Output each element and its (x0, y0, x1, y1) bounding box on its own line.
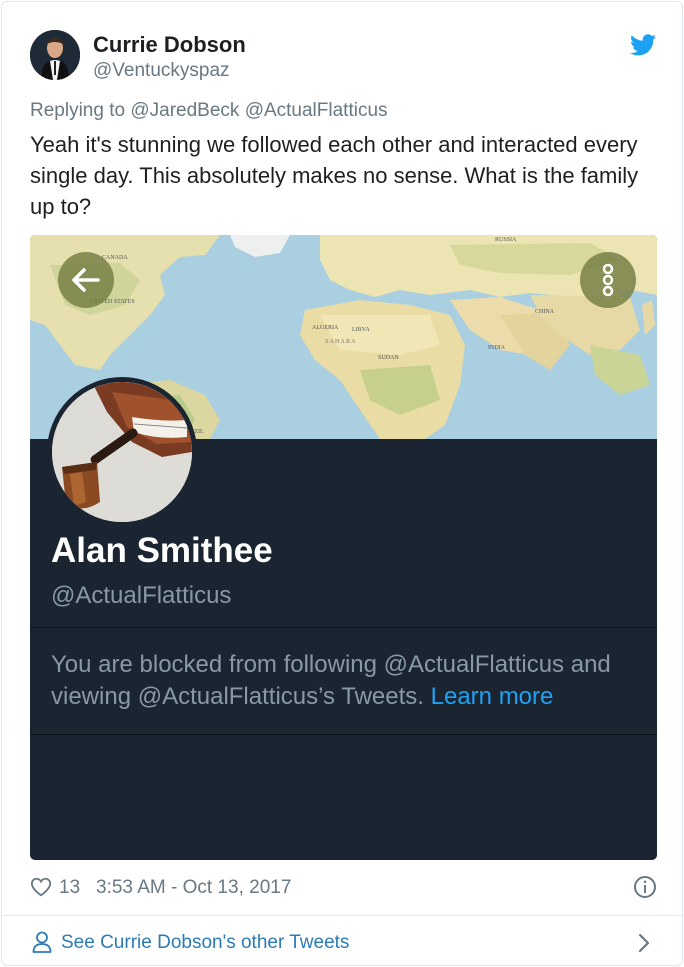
map-label-china: CHINA (535, 309, 555, 315)
blocked-message: You are blocked from following @ActualFl… (51, 649, 641, 713)
see-other-tweets-label[interactable]: See Currie Dobson's other Tweets (61, 932, 349, 954)
back-arrow-icon (72, 268, 100, 292)
map-label-russia: RUSSIA (495, 237, 517, 243)
author-handle[interactable]: @Ventuckyspaz (93, 60, 230, 82)
map-label-india: INDIA (488, 345, 506, 351)
profile-handle: @ActualFlatticus (51, 582, 232, 609)
profile-name: Alan Smithee (51, 531, 273, 570)
heart-icon[interactable] (30, 876, 52, 898)
map-label-sudan: SUDAN (378, 355, 399, 361)
chevron-right-icon (638, 933, 650, 953)
reply-mention-actualflatticus[interactable]: @ActualFlatticus (245, 100, 388, 121)
embedded-tweet-card: Currie Dobson @Ventuckyspaz Replying to … (1, 1, 683, 966)
profile-avatar (47, 377, 197, 527)
learn-more-link[interactable]: Learn more (431, 683, 554, 710)
more-options-button[interactable] (580, 252, 636, 308)
replying-to: Replying to @JaredBeck @ActualFlatticus (30, 100, 388, 122)
like-count[interactable]: 13 (59, 877, 80, 899)
more-vertical-icon (602, 263, 614, 297)
map-label-libya: LIBYA (352, 327, 370, 333)
see-other-tweets-link[interactable]: See Currie Dobson's other Tweets (3, 915, 683, 967)
divider-bottom (30, 734, 657, 735)
info-icon[interactable] (633, 875, 657, 899)
author-name[interactable]: Currie Dobson (93, 32, 246, 58)
replying-prefix: Replying to (30, 100, 126, 121)
map-label-sahara: S A H A R A (325, 339, 356, 345)
reply-mention-jaredbeck[interactable]: @JaredBeck (130, 100, 239, 121)
map-label-algeria: ALGERIA (312, 325, 339, 331)
tweet-text: Yeah it's stunning we followed each othe… (30, 132, 639, 219)
person-icon (32, 931, 52, 953)
divider-top (30, 627, 657, 628)
media-attachment[interactable]: RUSSIA CANADA UNITED STATES ALGERIA LIBY… (30, 235, 657, 860)
twitter-bird-icon[interactable] (630, 34, 656, 56)
timestamp[interactable]: 3:53 AM - Oct 13, 2017 (96, 877, 291, 899)
author-avatar[interactable] (30, 30, 80, 80)
back-button[interactable] (58, 252, 114, 308)
